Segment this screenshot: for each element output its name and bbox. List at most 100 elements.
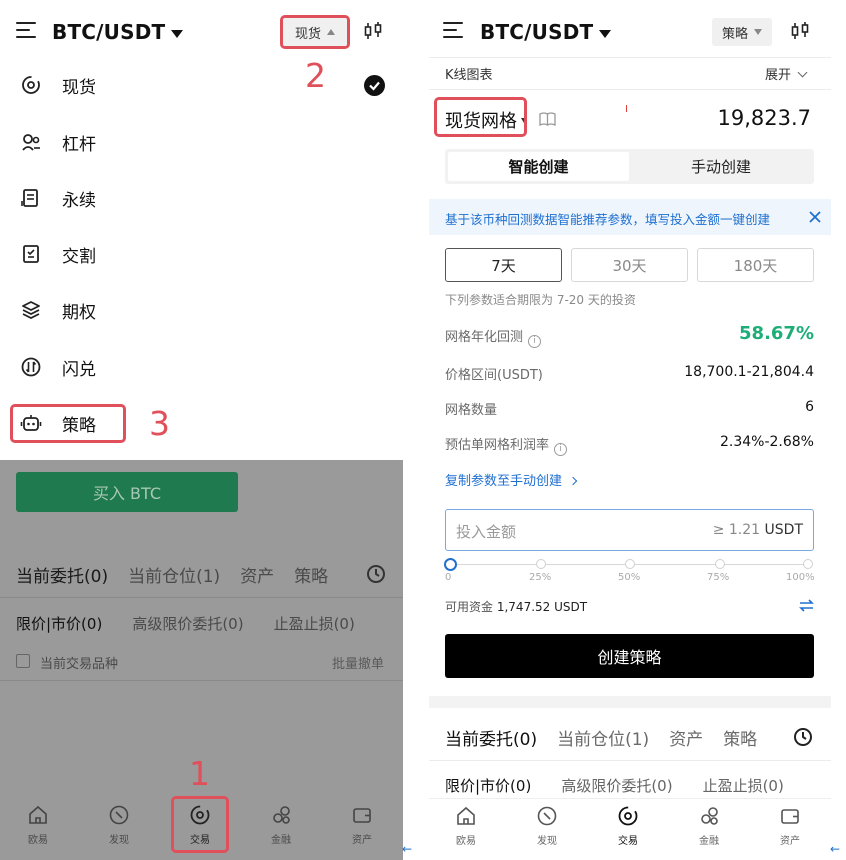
nav-item-assets[interactable]: 资产 <box>332 804 392 846</box>
subtab-limit-market[interactable]: 限价|市价(0) <box>16 615 102 633</box>
subtab-tp-sl[interactable]: 止盈止损(0) <box>703 777 784 795</box>
bottom-nav: 欧易 发现 交易 金融 资产 <box>429 798 831 860</box>
current-pair-checkbox[interactable] <box>16 654 30 668</box>
dropdown-item-futures[interactable]: 交割 <box>0 226 403 282</box>
slider-label: 0 <box>445 572 452 583</box>
tab-manual-create[interactable]: 手动创建 <box>631 152 811 181</box>
dropdown-item-perpetual[interactable]: 永续 <box>0 170 403 226</box>
create-label: 创建策略 <box>597 648 662 667</box>
slider-mark[interactable] <box>715 559 725 569</box>
pair-selector[interactable]: BTC/USDT <box>52 20 184 44</box>
nav-item-discover[interactable]: 发现 <box>517 805 577 847</box>
nav-item-home[interactable]: 欧易 <box>8 804 68 846</box>
menu-icon[interactable] <box>16 22 36 38</box>
spot-icon <box>22 76 40 94</box>
amount-slider[interactable] <box>444 558 813 571</box>
pair-label: BTC/USDT <box>480 20 594 44</box>
nav-item-finance[interactable]: 金融 <box>251 804 311 846</box>
order-subtabs: 限价|市价(0) 高级限价委托(0) 止盈止损(0) <box>445 775 814 796</box>
history-icon[interactable] <box>366 564 386 584</box>
candlestick-icon[interactable] <box>362 20 384 42</box>
slider-mark[interactable] <box>625 559 635 569</box>
tab-smart-create[interactable]: 智能创建 <box>448 152 629 181</box>
dropdown-item-options[interactable]: 期权 <box>0 282 403 338</box>
tab-positions[interactable]: 当前仓位(1) <box>557 730 649 750</box>
tab-open-orders[interactable]: 当前委托(0) <box>445 730 537 750</box>
caret-down-icon <box>754 29 762 35</box>
candlestick-icon[interactable] <box>789 20 811 42</box>
tab-positions[interactable]: 当前仓位(1) <box>128 567 220 587</box>
current-pair-label: 当前交易品种 <box>40 657 119 672</box>
last-price: 19,823.7 <box>717 106 811 130</box>
dropdown-item-spot[interactable]: 现货 <box>0 57 403 113</box>
header: BTC/USDT 策略 <box>429 0 831 62</box>
nav-label: 金融 <box>699 836 719 847</box>
nav-label: 交易 <box>618 836 638 847</box>
nav-item-home[interactable]: 欧易 <box>436 805 496 847</box>
subtab-tp-sl[interactable]: 止盈止损(0) <box>274 615 355 633</box>
tab-strategy[interactable]: 策略 <box>723 730 757 750</box>
menu-icon[interactable] <box>443 22 463 38</box>
kline-chart-label: K线图表 <box>445 68 493 83</box>
nav-item-discover[interactable]: 发现 <box>89 804 149 846</box>
tab-assets[interactable]: 资产 <box>669 730 703 750</box>
trade-type-label: 策略 <box>721 26 748 42</box>
tab-strategy[interactable]: 策略 <box>294 567 328 587</box>
param-row-grid-count: 网格数量 6 <box>445 399 814 419</box>
info-icon[interactable]: i <box>528 335 542 348</box>
wallet-icon <box>353 808 371 823</box>
create-strategy-button[interactable]: 创建策略 <box>445 634 814 678</box>
tab-assets[interactable]: 资产 <box>240 567 274 587</box>
slider-label: 100% <box>786 572 815 583</box>
close-icon[interactable] <box>808 210 822 224</box>
period-7d[interactable]: 7天 <box>445 248 562 282</box>
cancel-all-button[interactable]: 批量撤单 <box>332 653 384 672</box>
trade-type-button[interactable]: 策略 <box>712 18 772 46</box>
home-icon <box>457 806 475 825</box>
right-screen: BTC/USDT 策略 K线图表 展开 现货网格 19,823.7 智能创建 手… <box>429 0 831 860</box>
nav-item-finance[interactable]: 金融 <box>679 805 739 847</box>
dropdown-item-label: 闪兑 <box>62 359 96 380</box>
price-tick-mark <box>626 105 627 112</box>
info-banner: 基于该币种回测数据智能推荐参数，填写投入金额一键创建 <box>429 199 831 235</box>
caret-down-icon <box>599 29 612 38</box>
dropdown-item-label: 杠杆 <box>62 134 96 155</box>
param-value: 2.34%-2.68% <box>719 434 814 450</box>
copy-link-label: 复制参数至手动创建 <box>445 474 563 489</box>
annotation-box-grid <box>434 97 527 137</box>
expand-button[interactable]: 展开 <box>765 64 808 83</box>
dropdown-item-margin[interactable]: 杠杆 <box>0 114 403 170</box>
nav-item-trade[interactable]: 交易 <box>598 805 658 847</box>
copy-params-link[interactable]: 复制参数至手动创建 <box>445 470 578 489</box>
slider-handle[interactable] <box>444 558 457 571</box>
dropdown-item-convert[interactable]: 闪兑 <box>0 339 403 395</box>
history-icon[interactable] <box>793 727 813 747</box>
create-mode-segment: 智能创建 手动创建 <box>445 149 814 184</box>
nav-item-assets[interactable]: 资产 <box>760 805 820 847</box>
subtab-advanced-limit[interactable]: 高级限价委托(0) <box>561 777 672 795</box>
investment-amount-input[interactable]: 投入金额 ≥ 1.21 USDT <box>445 509 814 551</box>
slider-mark[interactable] <box>536 559 546 569</box>
book-icon[interactable] <box>539 112 556 126</box>
screen-gap <box>831 0 846 860</box>
dropdown-item-label: 交割 <box>62 246 96 267</box>
transfer-icon[interactable] <box>799 599 814 612</box>
period-30d[interactable]: 30天 <box>571 248 688 282</box>
subtab-limit-market[interactable]: 限价|市价(0) <box>445 777 531 795</box>
finance-icon <box>701 807 718 825</box>
perpetual-icon <box>21 189 38 207</box>
pair-selector[interactable]: BTC/USDT <box>480 20 612 44</box>
dropdown-item-label: 现货 <box>62 77 96 98</box>
annotation-box-2 <box>280 15 350 49</box>
input-min-hint: ≥ 1.21 USDT <box>712 522 803 538</box>
tab-open-orders[interactable]: 当前委托(0) <box>16 567 108 587</box>
check-icon <box>364 75 385 96</box>
period-180d[interactable]: 180天 <box>697 248 814 282</box>
section-separator <box>429 696 831 708</box>
buy-btc-button[interactable]: 买入 BTC <box>16 472 238 512</box>
info-icon[interactable]: i <box>554 443 568 456</box>
slider-mark[interactable] <box>803 559 813 569</box>
divider <box>0 597 403 598</box>
param-label: 价格区间(USDT) <box>445 368 543 383</box>
subtab-advanced-limit[interactable]: 高级限价委托(0) <box>132 615 243 633</box>
